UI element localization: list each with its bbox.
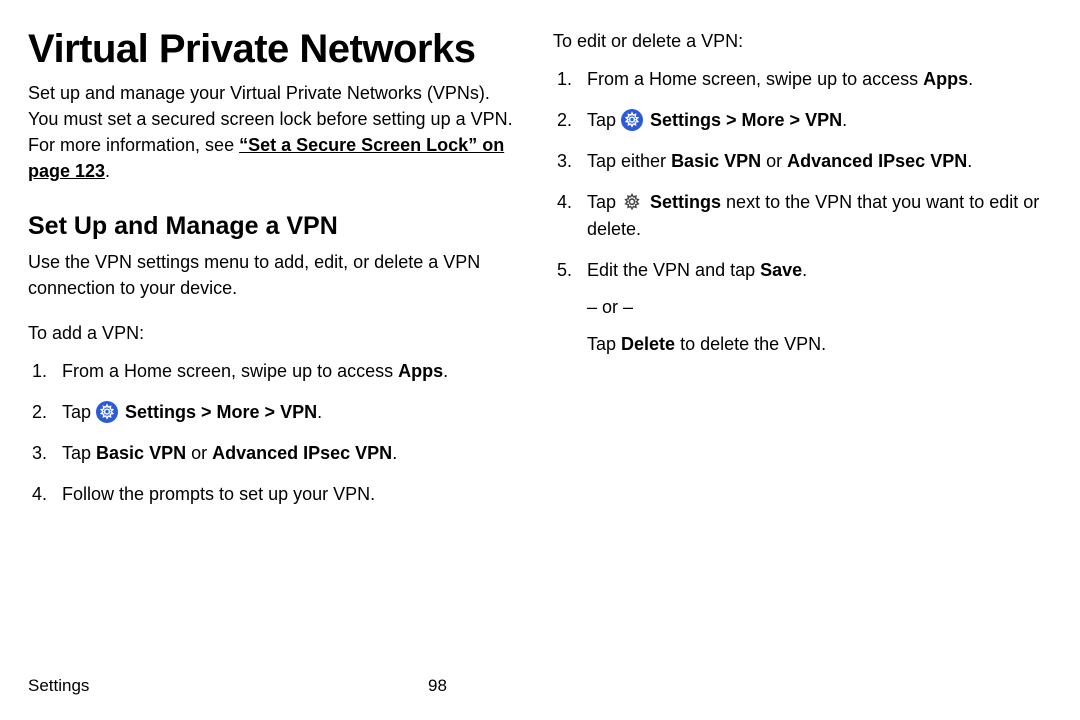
section-lead: Use the VPN settings menu to add, edit, … bbox=[28, 249, 519, 301]
edit-step-3: Tap either Basic VPN or Advanced IPsec V… bbox=[553, 148, 1044, 175]
footer-page-number: 98 bbox=[428, 676, 447, 696]
add-step-3: Tap Basic VPN or Advanced IPsec VPN. bbox=[28, 440, 519, 467]
edit-step-1: From a Home screen, swipe up to access A… bbox=[553, 66, 1044, 93]
settings-gear-outline-icon bbox=[621, 191, 643, 213]
add-step-2: Tap Settings > More > VPN. bbox=[28, 399, 519, 426]
edit-step-5: Edit the VPN and tap Save. – or – Tap De… bbox=[553, 257, 1044, 358]
add-step-1: From a Home screen, swipe up to access A… bbox=[28, 358, 519, 385]
settings-gear-icon bbox=[96, 401, 118, 423]
edit-vpn-label: To edit or delete a VPN: bbox=[553, 28, 1044, 54]
edit-step-5-delete: Tap Delete to delete the VPN. bbox=[587, 331, 1044, 358]
page-title: Virtual Private Networks bbox=[28, 28, 519, 70]
page-footer: Settings 98 bbox=[28, 676, 1052, 696]
edit-step-2: Tap Settings > More > VPN. bbox=[553, 107, 1044, 134]
edit-step-4: Tap Settings next to the VPN that you wa… bbox=[553, 189, 1044, 243]
section-heading: Set Up and Manage a VPN bbox=[28, 212, 519, 241]
settings-gear-icon bbox=[621, 109, 643, 131]
add-vpn-steps: From a Home screen, swipe up to access A… bbox=[28, 358, 519, 508]
footer-section-name: Settings bbox=[28, 676, 428, 696]
intro-text-b: . bbox=[105, 161, 110, 181]
edit-step-5-or: – or – bbox=[587, 294, 1044, 321]
add-vpn-label: To add a VPN: bbox=[28, 320, 519, 346]
intro-paragraph: Set up and manage your Virtual Private N… bbox=[28, 80, 519, 184]
edit-vpn-steps: From a Home screen, swipe up to access A… bbox=[553, 66, 1044, 358]
add-step-4: Follow the prompts to set up your VPN. bbox=[28, 481, 519, 508]
